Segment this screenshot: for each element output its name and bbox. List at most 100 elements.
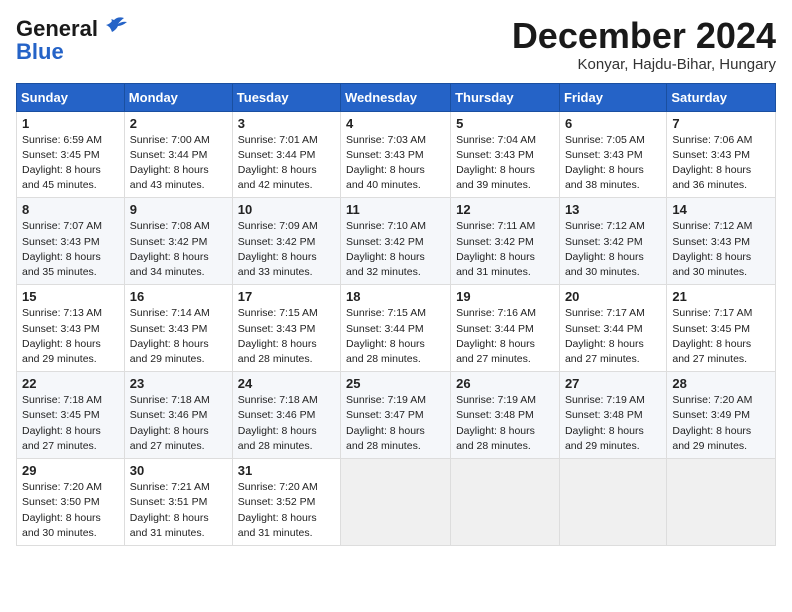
sunset-text: Sunset: 3:44 PM [456, 323, 534, 335]
sunset-text: Sunset: 3:43 PM [672, 149, 750, 161]
calendar-cell: 13 Sunrise: 7:12 AM Sunset: 3:42 PM Dayl… [559, 198, 666, 285]
sunset-text: Sunset: 3:45 PM [672, 323, 750, 335]
calendar-cell: 27 Sunrise: 7:19 AM Sunset: 3:48 PM Dayl… [559, 372, 666, 459]
cell-info: Sunrise: 7:06 AM Sunset: 3:43 PM Dayligh… [672, 133, 770, 194]
sunrise-text: Sunrise: 7:14 AM [130, 307, 210, 319]
sunrise-text: Sunrise: 7:18 AM [238, 394, 318, 406]
daylight-text: Daylight: 8 hours and 31 minutes. [456, 251, 535, 278]
day-number: 27 [565, 376, 661, 391]
daylight-text: Daylight: 8 hours and 45 minutes. [22, 164, 101, 191]
sunrise-text: Sunrise: 7:07 AM [22, 220, 102, 232]
calendar-week-row: 29 Sunrise: 7:20 AM Sunset: 3:50 PM Dayl… [17, 459, 776, 546]
sunrise-text: Sunrise: 7:19 AM [346, 394, 426, 406]
calendar-cell: 2 Sunrise: 7:00 AM Sunset: 3:44 PM Dayli… [124, 111, 232, 198]
day-number: 6 [565, 116, 661, 131]
sunset-text: Sunset: 3:50 PM [22, 496, 100, 508]
sunrise-text: Sunrise: 7:15 AM [238, 307, 318, 319]
day-number: 2 [130, 116, 227, 131]
sunrise-text: Sunrise: 7:18 AM [22, 394, 102, 406]
calendar-cell: 18 Sunrise: 7:15 AM Sunset: 3:44 PM Dayl… [341, 285, 451, 372]
calendar-cell: 5 Sunrise: 7:04 AM Sunset: 3:43 PM Dayli… [451, 111, 560, 198]
daylight-text: Daylight: 8 hours and 30 minutes. [672, 251, 751, 278]
sunset-text: Sunset: 3:44 PM [238, 149, 316, 161]
calendar-cell: 21 Sunrise: 7:17 AM Sunset: 3:45 PM Dayl… [667, 285, 776, 372]
cell-info: Sunrise: 7:08 AM Sunset: 3:42 PM Dayligh… [130, 219, 227, 280]
day-number: 18 [346, 289, 445, 304]
day-number: 11 [346, 202, 445, 217]
cell-info: Sunrise: 7:01 AM Sunset: 3:44 PM Dayligh… [238, 133, 335, 194]
sunset-text: Sunset: 3:43 PM [456, 149, 534, 161]
sunrise-text: Sunrise: 7:20 AM [672, 394, 752, 406]
header-sunday: Sunday [17, 83, 125, 111]
day-number: 12 [456, 202, 554, 217]
sunset-text: Sunset: 3:43 PM [22, 236, 100, 248]
daylight-text: Daylight: 8 hours and 32 minutes. [346, 251, 425, 278]
day-number: 25 [346, 376, 445, 391]
sunset-text: Sunset: 3:48 PM [565, 409, 643, 421]
sunrise-text: Sunrise: 7:13 AM [22, 307, 102, 319]
sunrise-text: Sunrise: 7:12 AM [565, 220, 645, 232]
sunset-text: Sunset: 3:43 PM [22, 323, 100, 335]
calendar-cell: 31 Sunrise: 7:20 AM Sunset: 3:52 PM Dayl… [232, 459, 340, 546]
header-friday: Friday [559, 83, 666, 111]
sunrise-text: Sunrise: 7:20 AM [22, 481, 102, 493]
sunset-text: Sunset: 3:43 PM [238, 323, 316, 335]
day-number: 19 [456, 289, 554, 304]
cell-info: Sunrise: 7:16 AM Sunset: 3:44 PM Dayligh… [456, 306, 554, 367]
calendar-cell: 29 Sunrise: 7:20 AM Sunset: 3:50 PM Dayl… [17, 459, 125, 546]
sunrise-text: Sunrise: 7:01 AM [238, 134, 318, 146]
sunrise-text: Sunrise: 7:00 AM [130, 134, 210, 146]
cell-info: Sunrise: 7:00 AM Sunset: 3:44 PM Dayligh… [130, 133, 227, 194]
cell-info: Sunrise: 7:12 AM Sunset: 3:43 PM Dayligh… [672, 219, 770, 280]
calendar-cell: 6 Sunrise: 7:05 AM Sunset: 3:43 PM Dayli… [559, 111, 666, 198]
cell-info: Sunrise: 7:17 AM Sunset: 3:44 PM Dayligh… [565, 306, 661, 367]
calendar-cell: 16 Sunrise: 7:14 AM Sunset: 3:43 PM Dayl… [124, 285, 232, 372]
cell-info: Sunrise: 7:12 AM Sunset: 3:42 PM Dayligh… [565, 219, 661, 280]
day-number: 8 [22, 202, 119, 217]
header-thursday: Thursday [451, 83, 560, 111]
sunset-text: Sunset: 3:48 PM [456, 409, 534, 421]
calendar-cell [451, 459, 560, 546]
daylight-text: Daylight: 8 hours and 28 minutes. [238, 425, 317, 452]
sunrise-text: Sunrise: 7:06 AM [672, 134, 752, 146]
cell-info: Sunrise: 7:05 AM Sunset: 3:43 PM Dayligh… [565, 133, 661, 194]
daylight-text: Daylight: 8 hours and 27 minutes. [130, 425, 209, 452]
cell-info: Sunrise: 7:20 AM Sunset: 3:49 PM Dayligh… [672, 393, 770, 454]
sunset-text: Sunset: 3:42 PM [130, 236, 208, 248]
cell-info: Sunrise: 7:10 AM Sunset: 3:42 PM Dayligh… [346, 219, 445, 280]
cell-info: Sunrise: 7:19 AM Sunset: 3:48 PM Dayligh… [456, 393, 554, 454]
page-header: General Blue December 2024 Konyar, Hajdu… [16, 16, 776, 73]
sunrise-text: Sunrise: 7:11 AM [456, 220, 535, 232]
cell-info: Sunrise: 7:13 AM Sunset: 3:43 PM Dayligh… [22, 306, 119, 367]
day-number: 7 [672, 116, 770, 131]
header-tuesday: Tuesday [232, 83, 340, 111]
sunset-text: Sunset: 3:45 PM [22, 409, 100, 421]
cell-info: Sunrise: 7:14 AM Sunset: 3:43 PM Dayligh… [130, 306, 227, 367]
calendar-cell: 14 Sunrise: 7:12 AM Sunset: 3:43 PM Dayl… [667, 198, 776, 285]
daylight-text: Daylight: 8 hours and 27 minutes. [565, 338, 644, 365]
calendar-cell: 26 Sunrise: 7:19 AM Sunset: 3:48 PM Dayl… [451, 372, 560, 459]
sunrise-text: Sunrise: 7:05 AM [565, 134, 645, 146]
calendar-cell [559, 459, 666, 546]
sunset-text: Sunset: 3:47 PM [346, 409, 424, 421]
calendar-cell: 24 Sunrise: 7:18 AM Sunset: 3:46 PM Dayl… [232, 372, 340, 459]
header-saturday: Saturday [667, 83, 776, 111]
daylight-text: Daylight: 8 hours and 29 minutes. [565, 425, 644, 452]
cell-info: Sunrise: 7:18 AM Sunset: 3:46 PM Dayligh… [238, 393, 335, 454]
day-number: 22 [22, 376, 119, 391]
day-number: 31 [238, 463, 335, 478]
sunrise-text: Sunrise: 7:19 AM [565, 394, 645, 406]
logo-blue-text: Blue [16, 42, 64, 62]
daylight-text: Daylight: 8 hours and 30 minutes. [22, 512, 101, 539]
cell-info: Sunrise: 7:03 AM Sunset: 3:43 PM Dayligh… [346, 133, 445, 194]
calendar-cell: 11 Sunrise: 7:10 AM Sunset: 3:42 PM Dayl… [341, 198, 451, 285]
sunset-text: Sunset: 3:45 PM [22, 149, 100, 161]
cell-info: Sunrise: 7:19 AM Sunset: 3:47 PM Dayligh… [346, 393, 445, 454]
daylight-text: Daylight: 8 hours and 38 minutes. [565, 164, 644, 191]
daylight-text: Daylight: 8 hours and 31 minutes. [238, 512, 317, 539]
daylight-text: Daylight: 8 hours and 36 minutes. [672, 164, 751, 191]
calendar-cell: 22 Sunrise: 7:18 AM Sunset: 3:45 PM Dayl… [17, 372, 125, 459]
calendar-cell: 10 Sunrise: 7:09 AM Sunset: 3:42 PM Dayl… [232, 198, 340, 285]
sunset-text: Sunset: 3:46 PM [238, 409, 316, 421]
cell-info: Sunrise: 7:15 AM Sunset: 3:43 PM Dayligh… [238, 306, 335, 367]
